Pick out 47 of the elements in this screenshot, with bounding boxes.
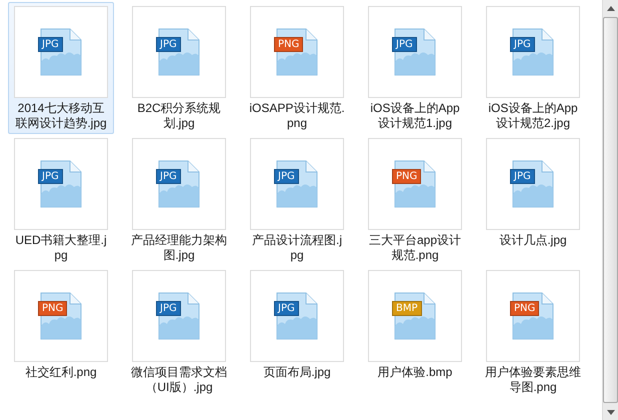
file-item[interactable]: JPG UED书籍大整理.jpg bbox=[8, 134, 114, 266]
file-name: 产品设计流程图.jpg bbox=[251, 233, 343, 263]
file-type-tag: JPG bbox=[510, 37, 535, 52]
file-item[interactable]: JPG 产品经理能力架构图.jpg bbox=[126, 134, 232, 266]
file-name: iOS设备上的App设计规范2.jpg bbox=[487, 101, 579, 131]
file-item[interactable]: JPG 页面布局.jpg bbox=[244, 266, 350, 398]
file-name: UED书籍大整理.jpg bbox=[14, 233, 108, 263]
file-type-tag: JPG bbox=[38, 37, 63, 52]
file-name: 微信项目需求文档（UI版）.jpg bbox=[131, 365, 227, 395]
file-type-tag: JPG bbox=[274, 301, 299, 316]
file-name: iOS设备上的App设计规范1.jpg bbox=[369, 101, 461, 131]
file-type-tag: JPG bbox=[274, 169, 299, 184]
file-item[interactable]: JPG 产品设计流程图.jpg bbox=[244, 134, 350, 266]
file-type-tag: JPG bbox=[156, 301, 181, 316]
file-name: 设计几点.jpg bbox=[498, 233, 568, 248]
file-name: 产品经理能力架构图.jpg bbox=[131, 233, 227, 263]
file-item[interactable]: BMP 用户体验.bmp bbox=[362, 266, 468, 398]
file-name: B2C积分系统规划.jpg bbox=[136, 101, 222, 131]
scroll-up-icon[interactable] bbox=[606, 6, 614, 10]
file-type-tag: JPG bbox=[38, 169, 63, 184]
file-item[interactable]: JPG 2014七大移动互联网设计趋势.jpg bbox=[8, 2, 114, 134]
file-type-tag: PNG bbox=[274, 37, 304, 52]
file-type-tag: PNG bbox=[510, 301, 540, 316]
file-item[interactable]: JPG B2C积分系统规划.jpg bbox=[126, 2, 232, 134]
file-item[interactable]: PNG 用户体验要素思维导图.png bbox=[480, 266, 586, 398]
file-item[interactable]: JPG iOS设备上的App设计规范1.jpg bbox=[362, 2, 468, 134]
file-type-tag: JPG bbox=[156, 37, 181, 52]
file-item[interactable]: PNG 三大平台app设计规范.png bbox=[362, 134, 468, 266]
file-type-tag: JPG bbox=[510, 169, 535, 184]
file-name: 2014七大移动互联网设计趋势.jpg bbox=[14, 101, 108, 131]
file-name: iOSAPP设计规范.png bbox=[249, 101, 345, 131]
file-item[interactable]: JPG 微信项目需求文档（UI版）.jpg bbox=[126, 266, 232, 398]
file-item[interactable]: JPG iOS设备上的App设计规范2.jpg bbox=[480, 2, 586, 134]
file-item[interactable]: JPG 设计几点.jpg bbox=[480, 134, 586, 266]
file-type-tag: JPG bbox=[392, 37, 417, 52]
file-type-tag: JPG bbox=[156, 169, 181, 184]
file-name: 用户体验要素思维导图.png bbox=[485, 365, 581, 395]
file-name: 社交红利.png bbox=[24, 365, 98, 380]
file-name: 页面布局.jpg bbox=[262, 365, 332, 380]
file-name: 用户体验.bmp bbox=[376, 365, 454, 380]
file-name: 三大平台app设计规范.png bbox=[368, 233, 462, 263]
file-type-tag: BMP bbox=[392, 301, 422, 316]
file-item[interactable]: PNG iOSAPP设计规范.png bbox=[244, 2, 350, 134]
file-type-tag: PNG bbox=[392, 169, 422, 184]
file-item[interactable]: PNG 社交红利.png bbox=[8, 266, 114, 398]
scroll-down-icon[interactable] bbox=[606, 410, 614, 414]
file-type-tag: PNG bbox=[38, 301, 68, 316]
